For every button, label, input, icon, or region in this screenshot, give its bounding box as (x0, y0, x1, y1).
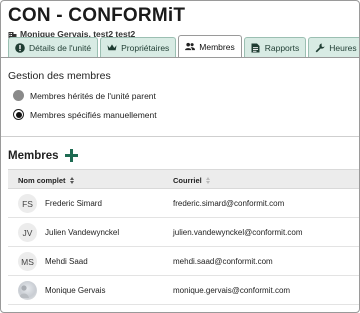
tab-worked-hours[interactable]: Heures travaillées (308, 37, 359, 57)
sort-icon (205, 177, 211, 184)
member-name: Julien Vandewynckel (45, 228, 120, 237)
radio-selected-icon (13, 109, 24, 120)
section-divider (1, 136, 359, 137)
column-name-label: Nom complet (18, 176, 66, 185)
member-email: monique.gervais@conformit.com (173, 286, 291, 295)
wrench-icon (315, 43, 325, 53)
column-email-label: Courriel (173, 176, 202, 185)
member-email: frederic.simard@conformit.com (173, 199, 285, 208)
radio-label: Membres hérités de l'unité parent (30, 90, 156, 101)
radio-label: Membres spécifiés manuellement (30, 109, 157, 120)
members-header: Membres (8, 149, 78, 162)
radio-manual-members[interactable]: Membres spécifiés manuellement (13, 109, 157, 120)
sort-icon (69, 177, 75, 184)
tab-label: Heures travaillées (329, 42, 359, 53)
table-header-row: Nom complet Courriel (8, 169, 359, 189)
avatar: MS (18, 252, 37, 271)
document-icon (251, 43, 261, 53)
member-name: Frederic Simard (45, 199, 102, 208)
avatar: JV (18, 223, 37, 242)
app-window: CON - CONFORMiT Monique Gervais, test2 t… (0, 0, 360, 313)
table-row[interactable]: Monique Gervais monique.gervais@conformi… (8, 276, 359, 305)
members-table: Nom complet Courriel FS Frederic Simard … (8, 169, 359, 305)
radio-unselected-icon (13, 90, 24, 101)
members-management-title: Gestion des membres (8, 70, 111, 82)
avatar: FS (18, 194, 37, 213)
tab-label: Propriétaires (121, 42, 170, 53)
tab-owners[interactable]: Propriétaires (100, 37, 177, 57)
tab-reports[interactable]: Rapports (243, 37, 307, 57)
table-row[interactable]: MS Mehdi Saad mehdi.saad@conformit.com (8, 247, 359, 276)
column-header-name[interactable]: Nom complet (18, 176, 75, 185)
exclamation-circle-icon (15, 42, 25, 53)
column-header-email[interactable]: Courriel (173, 176, 211, 185)
tab-members[interactable]: Membres (178, 35, 242, 57)
page-title: CON - CONFORMiT (8, 5, 186, 26)
add-member-button[interactable] (64, 149, 78, 162)
tab-unit-details[interactable]: Détails de l'unité (8, 37, 99, 57)
avatar-photo (18, 281, 37, 300)
tab-label: Rapports (264, 42, 300, 53)
crown-icon (107, 43, 117, 53)
tab-underline (1, 57, 359, 58)
member-email: mehdi.saad@conformit.com (173, 257, 273, 266)
table-row[interactable]: JV Julien Vandewynckel julien.vandewynck… (8, 218, 359, 247)
tab-label: Détails de l'unité (29, 42, 92, 53)
tab-bar: Détails de l'unité Propriétaires Membres… (8, 35, 359, 57)
radio-inherited-members[interactable]: Membres hérités de l'unité parent (13, 90, 156, 101)
users-icon (185, 42, 196, 52)
member-name: Mehdi Saad (45, 257, 88, 266)
tab-label: Membres (199, 41, 235, 52)
members-title: Membres (8, 149, 59, 162)
member-email: julien.vandewynckel@conformit.com (173, 228, 303, 237)
member-name: Monique Gervais (45, 286, 106, 295)
table-row[interactable]: FS Frederic Simard frederic.simard@confo… (8, 189, 359, 218)
